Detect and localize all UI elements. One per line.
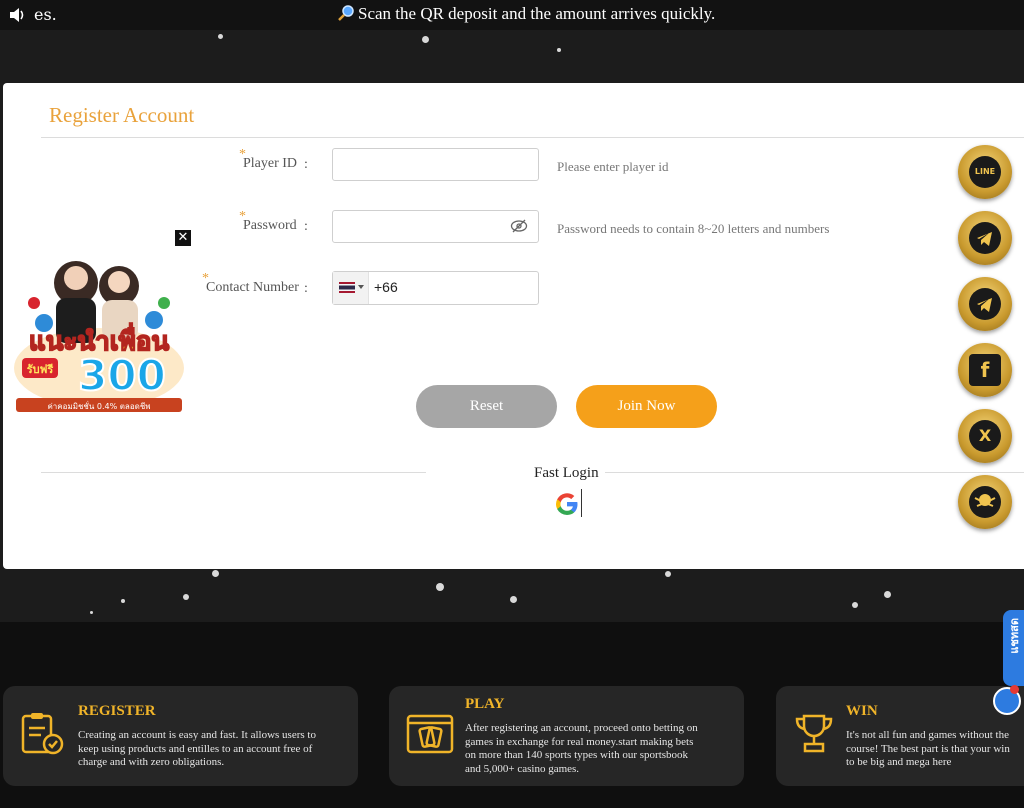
colon: : bbox=[304, 281, 308, 296]
trophy-icon bbox=[795, 714, 833, 753]
card-text-line: After registering an account, proceed on… bbox=[465, 722, 698, 734]
required-marker: * bbox=[202, 271, 209, 286]
eye-hidden-icon[interactable] bbox=[510, 217, 528, 235]
google-icon[interactable] bbox=[554, 491, 580, 517]
contact-label: * Contact Number bbox=[202, 271, 299, 296]
brand-logo-button[interactable] bbox=[958, 475, 1012, 529]
marquee-message-text: Scan the QR deposit and the amount arriv… bbox=[358, 4, 716, 23]
chevron-down-icon bbox=[358, 285, 364, 289]
text-cursor bbox=[581, 489, 582, 517]
card-text-line: to be big and mega here bbox=[846, 756, 952, 768]
speaker-icon[interactable] bbox=[8, 6, 26, 24]
divider bbox=[605, 472, 1024, 473]
card-text-line: on more than 140 sports types with our s… bbox=[465, 749, 689, 761]
contact-label-text: Contact Number bbox=[206, 280, 299, 295]
x-button[interactable]: X bbox=[958, 409, 1012, 463]
card-text-line: charge and with zero obligations. bbox=[78, 756, 225, 768]
country-select[interactable] bbox=[333, 272, 369, 304]
player-id-input[interactable] bbox=[332, 148, 539, 181]
facebook-button[interactable]: f bbox=[958, 343, 1012, 397]
x-icon: X bbox=[969, 420, 1001, 452]
clipboard-check-icon bbox=[21, 713, 64, 755]
join-now-button[interactable]: Join Now bbox=[576, 385, 717, 428]
password-label: * Password bbox=[239, 209, 297, 234]
promo-amount: 300 bbox=[78, 351, 166, 400]
colon: : bbox=[304, 157, 308, 172]
line-button[interactable]: LINE bbox=[958, 145, 1012, 199]
notification-dot bbox=[1010, 685, 1019, 694]
promo-banner[interactable]: แนะนำเพื่อน รับฟรี 300 ค่าคอมมิชชั่น 0.4… bbox=[4, 228, 194, 418]
country-code: +66 bbox=[374, 279, 398, 295]
telegram-icon bbox=[969, 222, 1001, 254]
live-chat-label: แชทสด bbox=[1008, 618, 1021, 654]
card-text-line: and 5,000+ casino games. bbox=[465, 762, 580, 775]
player-id-label-text: Player ID bbox=[243, 156, 298, 171]
telegram-button[interactable] bbox=[958, 277, 1012, 331]
marquee-message: Scan the QR deposit and the amount arriv… bbox=[338, 4, 715, 24]
required-marker: * bbox=[239, 147, 246, 162]
card-title: PLAY bbox=[465, 696, 505, 712]
card-title: WIN bbox=[846, 703, 878, 719]
divider bbox=[41, 472, 426, 473]
card-text: After registering an account, proceed on… bbox=[465, 722, 698, 776]
colon: : bbox=[304, 219, 308, 234]
telegram-button[interactable] bbox=[958, 211, 1012, 265]
password-hint: Password needs to contain 8~20 letters a… bbox=[557, 221, 830, 236]
promo-badge: รับฟรี bbox=[27, 363, 54, 376]
live-chat-tab[interactable]: แชทสด bbox=[1003, 610, 1024, 686]
register-card: REGISTER Creating an account is easy and… bbox=[3, 686, 358, 786]
contact-number-input[interactable]: +66 bbox=[332, 271, 539, 305]
player-id-label: * Player ID bbox=[239, 147, 298, 172]
card-text-line: course! The best part is that your win bbox=[846, 742, 1010, 755]
card-text-line: It's not all fun and games without the bbox=[846, 729, 1009, 741]
marquee-lead-text: es. bbox=[34, 5, 57, 24]
player-id-hint: Please enter player id bbox=[557, 159, 669, 174]
thailand-flag-icon bbox=[339, 282, 355, 293]
modal-title: Register Account bbox=[49, 103, 195, 127]
play-card: PLAY After registering an account, proce… bbox=[389, 686, 744, 786]
card-text: It's not all fun and games without the c… bbox=[846, 729, 1010, 770]
card-text: Creating an account is easy and fast. It… bbox=[78, 729, 316, 770]
announcement-bar: es. Scan the QR deposit and the amount a… bbox=[0, 0, 1024, 30]
password-input[interactable] bbox=[332, 210, 539, 243]
magnifier-icon bbox=[338, 5, 354, 21]
telegram-icon bbox=[969, 288, 1001, 320]
card-text-line: keep using products and entilles to an a… bbox=[78, 742, 313, 755]
win-card: WIN It's not all fun and games without t… bbox=[776, 686, 1024, 786]
promo-footer: ค่าคอมมิชชั่น 0.4% ตลอดชีพ bbox=[47, 400, 150, 411]
fast-login-label: Fast Login bbox=[534, 465, 599, 481]
brand-logo-icon bbox=[969, 486, 1001, 518]
required-marker: * bbox=[239, 209, 246, 224]
facebook-icon: f bbox=[969, 354, 1001, 386]
reset-button[interactable]: Reset bbox=[416, 385, 557, 428]
card-text-line: Creating an account is easy and fast. It… bbox=[78, 729, 316, 741]
divider bbox=[41, 137, 1024, 138]
password-label-text: Password bbox=[243, 218, 297, 233]
line-icon: LINE bbox=[969, 156, 1001, 188]
close-icon[interactable]: ✕ bbox=[174, 229, 192, 247]
browser-cards-icon bbox=[406, 714, 454, 754]
card-text-line: games in exchange for real money.start m… bbox=[465, 735, 694, 748]
card-title: REGISTER bbox=[78, 703, 156, 719]
